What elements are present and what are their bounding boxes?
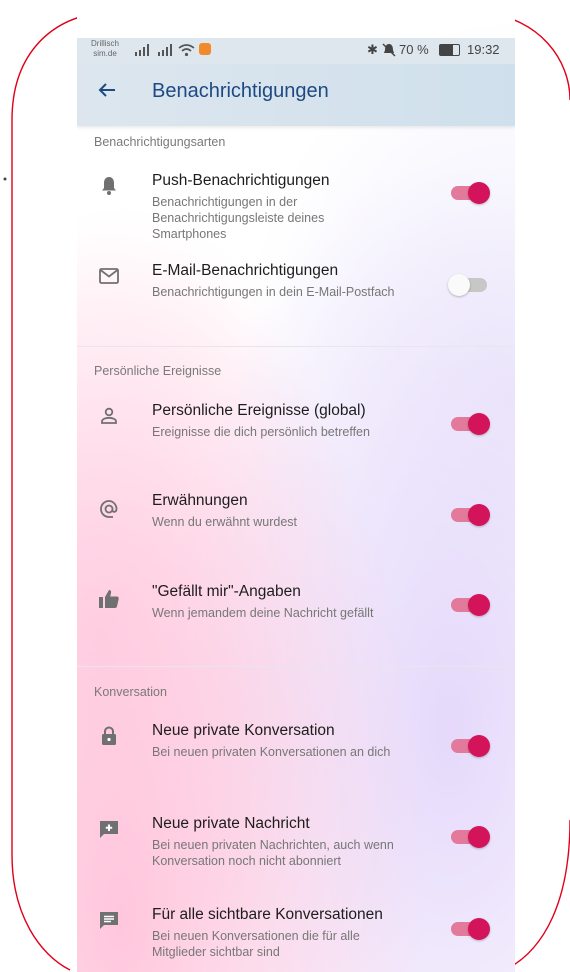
setting-item-new-private-conversation[interactable]: Neue private Konversation Bei neuen priv… [77, 722, 515, 782]
section-header-conversation: Konversation [94, 685, 167, 699]
section-header-notification-types: Benachrichtigungsarten [94, 135, 226, 149]
mentions-toggle[interactable] [451, 504, 490, 526]
wifi-icon [178, 44, 195, 57]
toggle-knob [448, 274, 470, 296]
phone-screen: Drillisch sim.de ✱ 70 % 19:32 Benachrich… [77, 0, 515, 972]
status-bar: Drillisch sim.de ✱ 70 % 19:32 [77, 38, 515, 64]
new-private-conversation-toggle[interactable] [451, 735, 490, 757]
setting-title: Push-Benachrichtigungen [152, 172, 330, 189]
message-icon [100, 912, 118, 929]
clock: 19:32 [467, 42, 500, 57]
setting-subtitle: Bei neuen Konversationen die für alle Mi… [152, 929, 360, 959]
lock-icon [102, 726, 116, 745]
battery-level: 70 % [399, 42, 429, 57]
setting-title: Neue private Konversation [152, 722, 335, 739]
personal-events-toggle[interactable] [451, 413, 490, 435]
toggle-knob [468, 735, 490, 757]
push-toggle[interactable] [451, 182, 490, 204]
email-toggle[interactable] [448, 274, 487, 296]
setting-title: Neue private Nachricht [152, 815, 310, 832]
setting-subtitle: Bei neuen privaten Nachrichten, auch wen… [152, 838, 394, 868]
setting-subtitle: Wenn du erwähnt wurdest [152, 515, 297, 529]
section-divider [77, 666, 515, 667]
setting-item-mentions[interactable]: Erwähnungen Wenn du erwähnt wurdest [77, 492, 515, 542]
setting-subtitle: Benachrichtigungen in dein E-Mail-Postfa… [152, 285, 395, 299]
setting-subtitle: Wenn jemandem deine Nachricht gefällt [152, 606, 374, 620]
setting-subtitle: Bei neuen privaten Konversationen an dic… [152, 745, 391, 759]
mail-icon [99, 268, 119, 284]
setting-item-email[interactable]: E-Mail-Benachrichtigungen Benachrichtigu… [77, 262, 515, 322]
bell-icon [102, 177, 116, 195]
page-title: Benachrichtigungen [152, 80, 329, 102]
carrier-name: Drillisch [91, 39, 119, 48]
new-private-message-toggle[interactable] [451, 826, 490, 848]
battery-fill [440, 45, 454, 55]
carrier-domain: sim.de [93, 49, 117, 58]
bluetooth-icon: ✱ [367, 42, 378, 57]
setting-subtitle: Ereignisse die dich persönlich betreffen [152, 425, 370, 439]
likes-toggle[interactable] [451, 594, 490, 616]
public-conversations-toggle[interactable] [451, 918, 490, 940]
battery-icon [439, 44, 460, 56]
setting-item-public-conversations[interactable]: Für alle sichtbare Konversationen Bei ne… [77, 906, 515, 966]
back-arrow-icon[interactable] [95, 78, 119, 102]
toggle-knob [468, 918, 490, 940]
setting-subtitle: Benachrichtigungen in der Benachrichtigu… [152, 195, 325, 241]
toggle-knob [468, 826, 490, 848]
at-icon [100, 500, 118, 518]
carrier-label: Drillisch sim.de [91, 39, 119, 59]
app-bar: Benachrichtigungen [77, 64, 515, 126]
setting-title: Erwähnungen [152, 492, 248, 509]
toggle-knob [468, 413, 490, 435]
setting-title: Für alle sichtbare Konversationen [152, 906, 383, 923]
setting-title: E-Mail-Benachrichtigungen [152, 262, 339, 279]
setting-title: Persönliche Ereignisse (global) [152, 402, 366, 419]
app-notification-icon [199, 43, 211, 55]
section-header-personal-events: Persönliche Ereignisse [94, 364, 222, 378]
thumbs-up-icon [99, 590, 119, 608]
setting-item-new-private-message[interactable]: Neue private Nachricht Bei neuen private… [77, 815, 515, 875]
section-divider [77, 346, 515, 347]
person-icon [101, 407, 117, 424]
toggle-knob [468, 594, 490, 616]
toggle-knob [468, 182, 490, 204]
setting-title: "Gefällt mir"-Angaben [152, 583, 301, 600]
mute-icon [382, 43, 396, 57]
add-message-icon [100, 821, 118, 838]
setting-item-push[interactable]: Push-Benachrichtigungen Benachrichtigung… [77, 172, 515, 244]
setting-item-likes[interactable]: "Gefällt mir"-Angaben Wenn jemandem dein… [77, 583, 515, 633]
setting-item-personal-events[interactable]: Persönliche Ereignisse (global) Ereignis… [77, 402, 515, 452]
signal-icon [158, 44, 172, 56]
toggle-knob [468, 504, 490, 526]
signal-icon [135, 44, 149, 56]
